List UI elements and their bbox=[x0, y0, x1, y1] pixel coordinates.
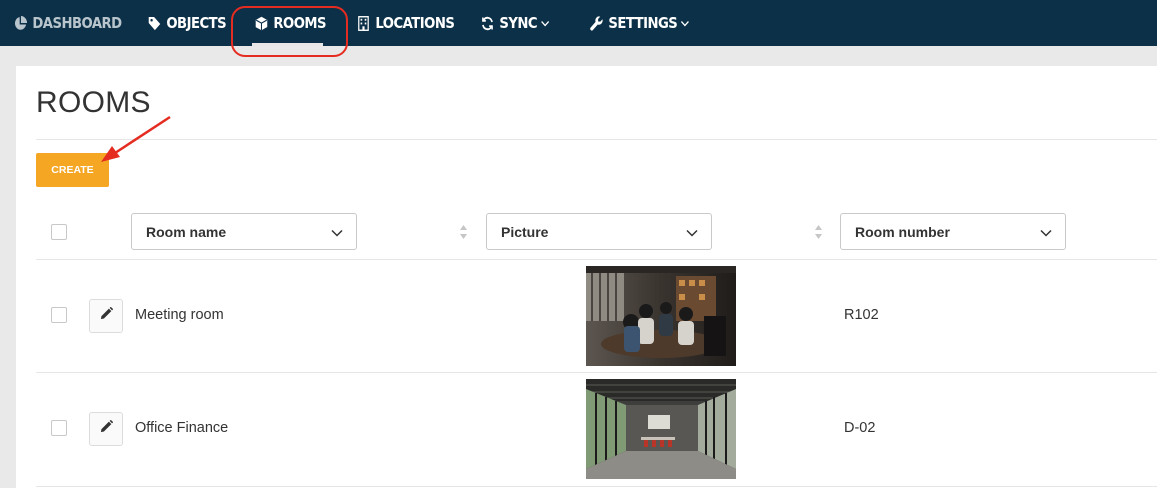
chevron-down-icon bbox=[1040, 224, 1052, 240]
pie-chart-icon bbox=[13, 15, 27, 31]
row-checkbox[interactable] bbox=[51, 307, 67, 323]
nav-label: SETTINGS bbox=[608, 14, 678, 32]
nav-label: DASHBOARD bbox=[32, 14, 122, 32]
pencil-icon bbox=[100, 306, 113, 325]
room-name-cell: Office Finance bbox=[135, 420, 229, 436]
wrench-icon bbox=[589, 15, 603, 31]
chevron-down-icon bbox=[541, 20, 550, 27]
office-interior-photo bbox=[586, 379, 736, 479]
nav-label: LOCATIONS bbox=[375, 14, 455, 32]
room-number-cell: D-02 bbox=[844, 420, 876, 436]
nav-item-objects[interactable]: OBJECTS bbox=[147, 0, 227, 46]
row-divider bbox=[36, 486, 1157, 487]
page-title: ROOMS bbox=[36, 86, 151, 119]
row-divider bbox=[36, 372, 1157, 373]
column-select-picture[interactable]: Picture bbox=[486, 213, 712, 250]
pencil-icon bbox=[100, 419, 113, 438]
building-icon bbox=[356, 15, 370, 31]
column-label: Picture bbox=[501, 223, 549, 240]
chevron-down-icon bbox=[686, 224, 698, 240]
room-name-cell: Meeting room bbox=[135, 307, 224, 323]
nav-item-settings[interactable]: SETTINGS bbox=[589, 0, 690, 46]
chevron-down-icon bbox=[681, 20, 690, 27]
sort-icon[interactable] bbox=[459, 224, 468, 245]
nav-item-dashboard[interactable]: DASHBOARD bbox=[13, 0, 122, 46]
sort-icon[interactable] bbox=[814, 224, 823, 245]
top-nav-bar: DASHBOARD OBJECTS ROOMS LOCATIONS SYNC S… bbox=[0, 0, 1157, 46]
column-label: Room number bbox=[855, 223, 950, 240]
nav-item-sync[interactable]: SYNC bbox=[480, 0, 549, 46]
row-checkbox[interactable] bbox=[51, 420, 67, 436]
room-number-cell: R102 bbox=[844, 307, 879, 323]
edit-button[interactable] bbox=[89, 412, 123, 446]
chevron-down-icon bbox=[331, 224, 343, 240]
refresh-icon bbox=[480, 15, 494, 31]
create-button[interactable]: CREATE bbox=[36, 153, 109, 187]
nav-item-locations[interactable]: LOCATIONS bbox=[356, 0, 455, 46]
header-divider bbox=[36, 259, 1157, 260]
column-select-room-number[interactable]: Room number bbox=[840, 213, 1066, 250]
nav-label: OBJECTS bbox=[166, 14, 227, 32]
annotation-highlight-circle bbox=[231, 6, 348, 57]
column-select-room-name[interactable]: Room name bbox=[131, 213, 357, 250]
select-all-checkbox[interactable] bbox=[51, 224, 67, 240]
column-label: Room name bbox=[146, 223, 227, 240]
title-divider bbox=[36, 139, 1157, 140]
nav-label: SYNC bbox=[499, 14, 538, 32]
edit-button[interactable] bbox=[89, 299, 123, 333]
tag-icon bbox=[147, 15, 161, 31]
meeting-room-photo bbox=[586, 266, 736, 366]
